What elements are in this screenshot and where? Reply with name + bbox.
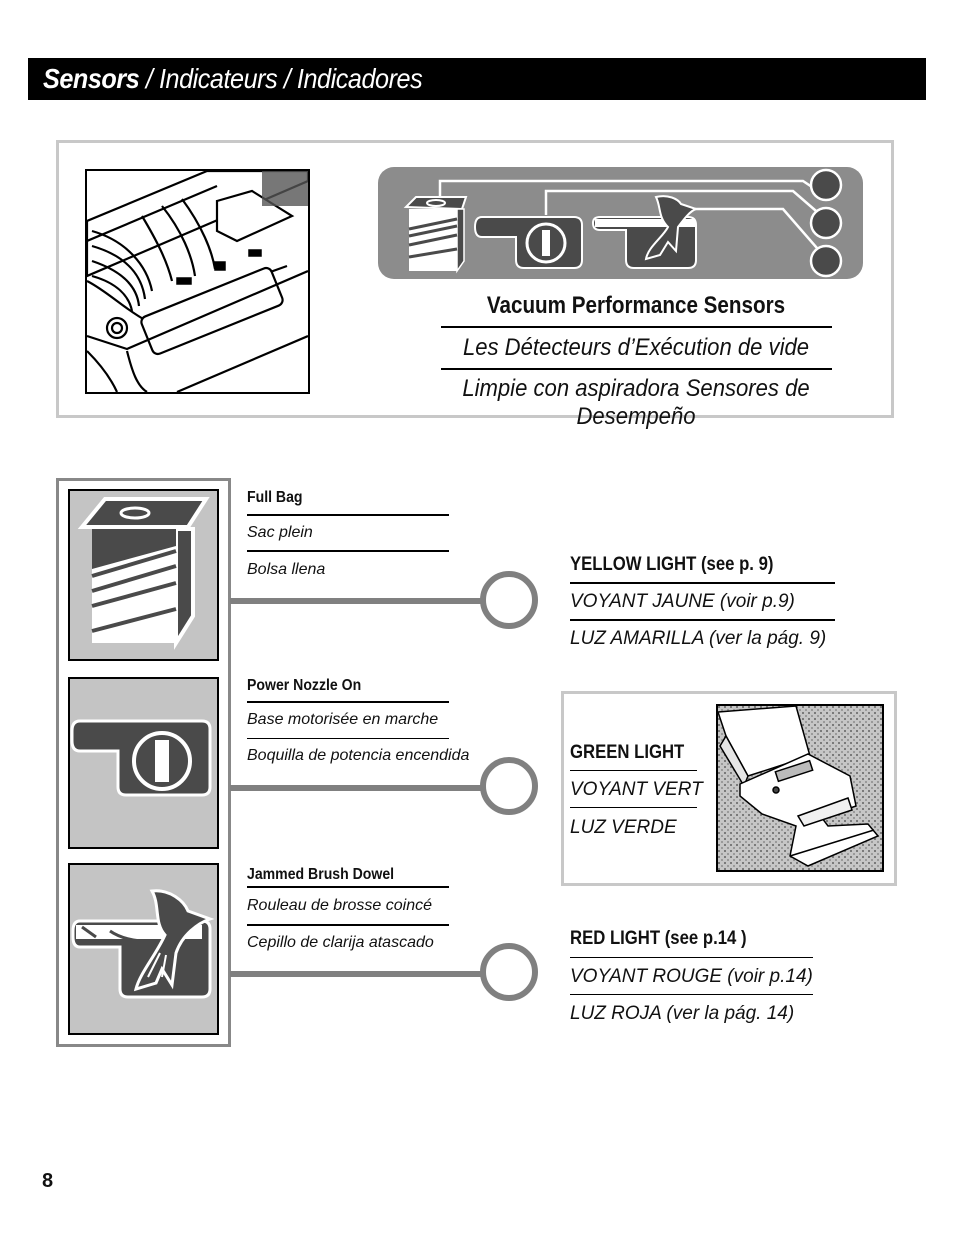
sensor-panel-diagram bbox=[403, 168, 843, 278]
panel-light-green bbox=[809, 206, 843, 240]
page-number: 8 bbox=[42, 1170, 54, 1192]
light-divider bbox=[570, 582, 835, 584]
label-divider bbox=[247, 701, 449, 703]
panel-light-yellow bbox=[809, 168, 843, 202]
panel-light-red bbox=[809, 244, 843, 278]
sensor-indicator-panel bbox=[378, 167, 863, 279]
sensor-jammed-brush-en: Jammed Brush Dowel bbox=[247, 866, 395, 883]
full-bag-icon bbox=[77, 497, 210, 650]
label-divider bbox=[247, 886, 449, 888]
label-divider bbox=[247, 514, 449, 516]
connector-line-3 bbox=[230, 971, 482, 977]
vacuum-on-carpet-drawing bbox=[718, 706, 882, 870]
indicator-ring-yellow bbox=[480, 571, 538, 629]
vacuum-nozzle-illustration bbox=[716, 704, 884, 872]
sensor-power-nozzle-fr: Base motorisée en marche bbox=[247, 711, 439, 728]
light-green-en: GREEN LIGHT bbox=[570, 742, 685, 763]
intro-heading-es: Limpie con aspiradora Sensores de Desemp… bbox=[462, 375, 810, 430]
light-divider bbox=[570, 770, 697, 771]
heading-divider bbox=[441, 368, 832, 370]
panel-full-bag-icon bbox=[403, 196, 468, 274]
section-title-en: Sensors bbox=[43, 63, 140, 94]
light-yellow-en: YELLOW LIGHT (see p. 9) bbox=[570, 554, 774, 575]
section-title-bar: Sensors / Indicateurs / Indicadores bbox=[28, 58, 926, 100]
sensor-jammed-brush-fr: Rouleau de brosse coincé bbox=[247, 897, 433, 914]
indicator-ring-red bbox=[480, 943, 538, 1001]
intro-heading-fr: Les Détecteurs d’Exécution de vide bbox=[462, 334, 810, 361]
panel-indicator-lights bbox=[809, 168, 843, 278]
light-red-es: LUZ ROJA (ver la pág. 14) bbox=[570, 1003, 795, 1024]
sensor-power-nozzle-es: Boquilla de potencia encendida bbox=[247, 747, 470, 764]
panel-jammed-brush-icon bbox=[591, 195, 700, 269]
light-red-en: RED LIGHT (see p.14 ) bbox=[570, 928, 747, 949]
sensor-power-nozzle-en: Power Nozzle On bbox=[247, 677, 362, 694]
sensor-jammed-brush-es: Cepillo de clarija atascado bbox=[247, 934, 434, 951]
label-divider bbox=[247, 924, 449, 926]
light-divider bbox=[570, 619, 835, 621]
power-nozzle-tile bbox=[68, 677, 219, 849]
intro-heading-en: Vacuum Performance Sensors bbox=[486, 292, 786, 319]
panel-power-nozzle-icon bbox=[473, 216, 583, 269]
full-bag-tile bbox=[68, 489, 219, 661]
light-green-es: LUZ VERDE bbox=[570, 817, 677, 838]
light-divider bbox=[570, 957, 813, 958]
power-nozzle-icon bbox=[70, 719, 212, 797]
sensor-full-bag-en: Full Bag bbox=[247, 489, 303, 506]
label-divider bbox=[247, 738, 449, 739]
light-red-fr: VOYANT ROUGE (voir p.14) bbox=[570, 966, 813, 987]
heading-divider bbox=[441, 326, 832, 328]
label-divider bbox=[247, 550, 449, 552]
sensor-full-bag-es: Bolsa llena bbox=[247, 561, 326, 578]
light-green-fr: VOYANT VERT bbox=[570, 779, 703, 800]
connector-line-2 bbox=[230, 785, 482, 791]
section-title-translations: / Indicateurs / Indicadores bbox=[139, 63, 423, 94]
control-panel-closeup-illustration bbox=[85, 169, 310, 394]
connector-line-1 bbox=[230, 598, 482, 604]
sensor-full-bag-fr: Sac plein bbox=[247, 524, 313, 541]
jammed-brush-tile bbox=[68, 863, 219, 1035]
indicator-ring-green bbox=[480, 757, 538, 815]
vacuum-closeup-drawing bbox=[87, 171, 308, 392]
section-title: Sensors / Indicateurs / Indicadores bbox=[43, 62, 423, 96]
light-divider bbox=[570, 994, 813, 995]
jammed-brush-icon bbox=[71, 889, 215, 999]
light-yellow-es: LUZ AMARILLA (ver la pág. 9) bbox=[570, 628, 827, 649]
light-divider bbox=[570, 807, 697, 808]
light-yellow-fr: VOYANT JAUNE (voir p.9) bbox=[570, 591, 795, 612]
